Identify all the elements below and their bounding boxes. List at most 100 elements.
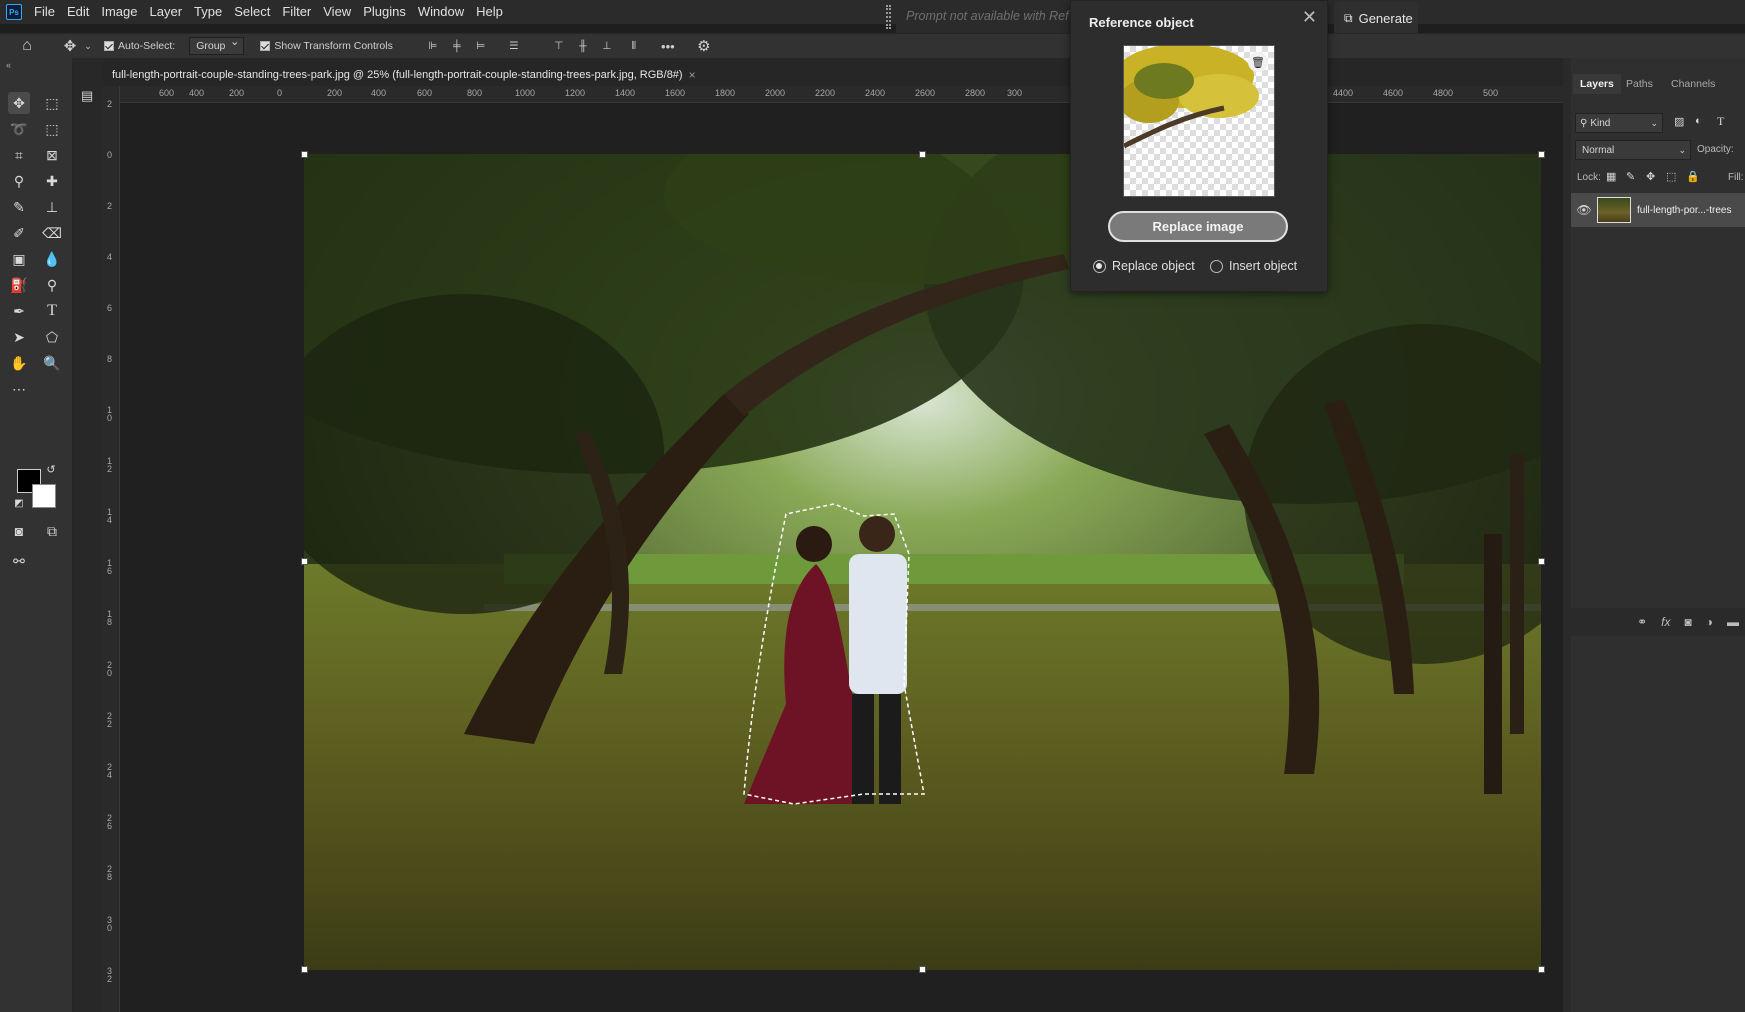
brush-tool-icon[interactable]: ✎ <box>8 196 30 218</box>
type-tool-icon[interactable]: T <box>41 300 63 322</box>
paint-bucket-tool-icon[interactable]: ⛽ <box>8 274 30 296</box>
show-transform-checkbox[interactable]: Show Transform Controls <box>260 40 393 52</box>
menu-view[interactable]: View <box>317 0 357 24</box>
menu-help[interactable]: Help <box>470 0 509 24</box>
canvas-image[interactable] <box>304 154 1541 970</box>
swap-colors-icon[interactable]: ↺ <box>44 462 58 476</box>
transform-handle-top-right[interactable] <box>1538 151 1545 158</box>
transform-handle-middle-left[interactable] <box>301 558 308 565</box>
quick-mask-icon[interactable]: ◙ <box>8 520 30 542</box>
pen-tool-icon[interactable]: ✒ <box>8 300 30 322</box>
blend-mode-dropdown[interactable]: Normal ⌄ <box>1575 140 1691 160</box>
filter-pixel-icon[interactable]: ▨ <box>1674 115 1684 128</box>
object-selection-tool-icon[interactable]: ⬚ <box>41 118 63 140</box>
collapse-icon[interactable]: « <box>6 60 11 70</box>
filter-type-icon[interactable]: T <box>1717 114 1724 129</box>
zoom-tool-icon[interactable]: 🔍 <box>41 352 63 374</box>
align-center-icon[interactable]: ╪ <box>445 40 469 52</box>
transform-handle-bottom-right[interactable] <box>1538 966 1545 973</box>
fx-icon[interactable]: fx <box>1661 615 1670 629</box>
close-icon[interactable]: ✕ <box>1302 7 1317 28</box>
lock-image-icon[interactable]: ✎ <box>1626 170 1635 183</box>
filter-kind-dropdown[interactable]: ⚲ Kind ⌄ <box>1575 113 1663 133</box>
move-tool-icon[interactable]: ✥ <box>8 92 30 114</box>
lock-artboard-icon[interactable]: ⬚ <box>1666 170 1676 183</box>
stamp-tool-icon[interactable]: ⊥ <box>41 196 63 218</box>
layer-row[interactable]: 👁 full-length-por...-trees <box>1571 193 1745 227</box>
link-layers-icon[interactable]: ⚭ <box>1637 615 1647 629</box>
align-bottom-icon[interactable]: ⊥ <box>595 40 619 52</box>
hand-tool-icon[interactable]: ✋ <box>8 352 30 374</box>
menu-image[interactable]: Image <box>95 0 143 24</box>
filter-adjustment-icon[interactable]: ◐ <box>1695 115 1702 127</box>
new-group-icon[interactable]: ▬ <box>1727 615 1739 629</box>
radio-selected-icon[interactable] <box>1093 259 1106 273</box>
more-options-icon[interactable]: ••• <box>653 39 683 54</box>
menu-layer[interactable]: Layer <box>144 0 189 24</box>
crop-tool-icon[interactable]: ⌗ <box>8 144 30 166</box>
frame-tool-icon[interactable]: ⊠ <box>41 144 63 166</box>
auto-select-checkbox[interactable]: Auto-Select: <box>104 40 175 52</box>
prompt-input[interactable]: Prompt not available with Ref <box>896 0 1071 33</box>
chevron-down-icon[interactable]: ⌄ <box>82 41 94 52</box>
menu-edit[interactable]: Edit <box>61 0 95 24</box>
marquee-tool-icon[interactable]: ⬚ <box>41 92 63 114</box>
eyedropper-tool-icon[interactable]: ⚲ <box>8 170 30 192</box>
transform-handle-bottom-center[interactable] <box>919 966 926 973</box>
insert-object-option[interactable]: Insert object <box>1210 259 1297 273</box>
contextual-taskbar-icon[interactable]: ⚯ <box>8 550 30 572</box>
gear-icon[interactable]: ⚙ <box>689 37 719 55</box>
tab-channels[interactable]: Channels <box>1671 78 1715 90</box>
generate-button[interactable]: ⧉ Generate <box>1334 2 1418 34</box>
shape-tool-icon[interactable]: ⬠ <box>41 326 63 348</box>
align-top-icon[interactable]: ⊤ <box>547 40 571 52</box>
align-middle-icon[interactable]: ╫ <box>571 40 595 52</box>
menu-select[interactable]: Select <box>228 0 276 24</box>
delete-icon[interactable]: 🗑 <box>1248 52 1268 72</box>
close-tab-icon[interactable]: × <box>689 68 696 82</box>
tab-layers[interactable]: Layers <box>1573 74 1621 94</box>
eraser-tool-icon[interactable]: ⌫ <box>41 222 63 244</box>
lock-position-icon[interactable]: ✥ <box>1646 170 1655 183</box>
drag-handle-icon[interactable] <box>886 5 891 29</box>
home-icon[interactable]: ⌂ <box>8 37 46 55</box>
history-brush-tool-icon[interactable]: ✐ <box>8 222 30 244</box>
lock-all-icon[interactable]: 🔒 <box>1686 170 1700 183</box>
menu-plugins[interactable]: Plugins <box>357 0 412 24</box>
lock-transparent-icon[interactable]: ▦ <box>1606 170 1616 183</box>
add-mask-icon[interactable]: ◙ <box>1685 615 1692 629</box>
tab-paths[interactable]: Paths <box>1626 78 1653 90</box>
default-colors-icon[interactable]: ◩ <box>12 496 26 510</box>
dodge-tool-icon[interactable]: ⚲ <box>41 274 63 296</box>
replace-object-option[interactable]: Replace object <box>1093 259 1195 273</box>
history-panel-icon[interactable]: ▤ <box>81 88 93 104</box>
transform-handle-top-center[interactable] <box>919 151 926 158</box>
transform-handle-middle-right[interactable] <box>1538 558 1545 565</box>
menu-type[interactable]: Type <box>188 0 228 24</box>
adjustment-layer-icon[interactable]: ◑ <box>1706 615 1713 629</box>
vertical-ruler[interactable]: 2 0 2 4 6 8 1 0 1 2 1 4 1 6 1 8 2 0 2 2 2 4 2 6 2 8 3 0 3… <box>103 86 120 1012</box>
horizontal-ruler[interactable]: 600 400 200 0 200 400 600 800 1000 1200 1400 1600 18… <box>117 86 1563 103</box>
align-left-icon[interactable]: ⊫ <box>421 40 445 52</box>
replace-image-button[interactable]: Replace image <box>1108 211 1288 242</box>
menu-file[interactable]: File <box>28 0 61 24</box>
path-selection-tool-icon[interactable]: ➤ <box>8 326 30 348</box>
background-color-swatch[interactable] <box>32 484 56 508</box>
distribute-vertical-icon[interactable]: ⦀ <box>619 40 649 53</box>
radio-unselected-icon[interactable] <box>1210 259 1223 273</box>
move-tool-icon[interactable]: ✥ <box>58 37 82 55</box>
menu-window[interactable]: Window <box>412 0 470 24</box>
menu-filter[interactable]: Filter <box>276 0 317 24</box>
transform-handle-top-left[interactable] <box>301 151 308 158</box>
align-right-icon[interactable]: ⊨ <box>469 40 493 52</box>
screen-mode-icon[interactable]: ⧉ <box>41 520 63 542</box>
eye-icon[interactable]: 👁 <box>1571 203 1597 217</box>
more-tools-icon[interactable]: ⋯ <box>8 378 30 400</box>
blur-tool-icon[interactable]: 💧 <box>41 248 63 270</box>
transform-handle-bottom-left[interactable] <box>301 966 308 973</box>
lasso-tool-icon[interactable]: ➰ <box>8 118 30 140</box>
healing-brush-tool-icon[interactable]: ✚ <box>41 170 63 192</box>
distribute-icon[interactable]: ☰ <box>499 40 529 52</box>
gradient-tool-icon[interactable]: ▣ <box>8 248 30 270</box>
document-tab[interactable]: full-length-portrait-couple-standing-tre… <box>112 64 696 86</box>
